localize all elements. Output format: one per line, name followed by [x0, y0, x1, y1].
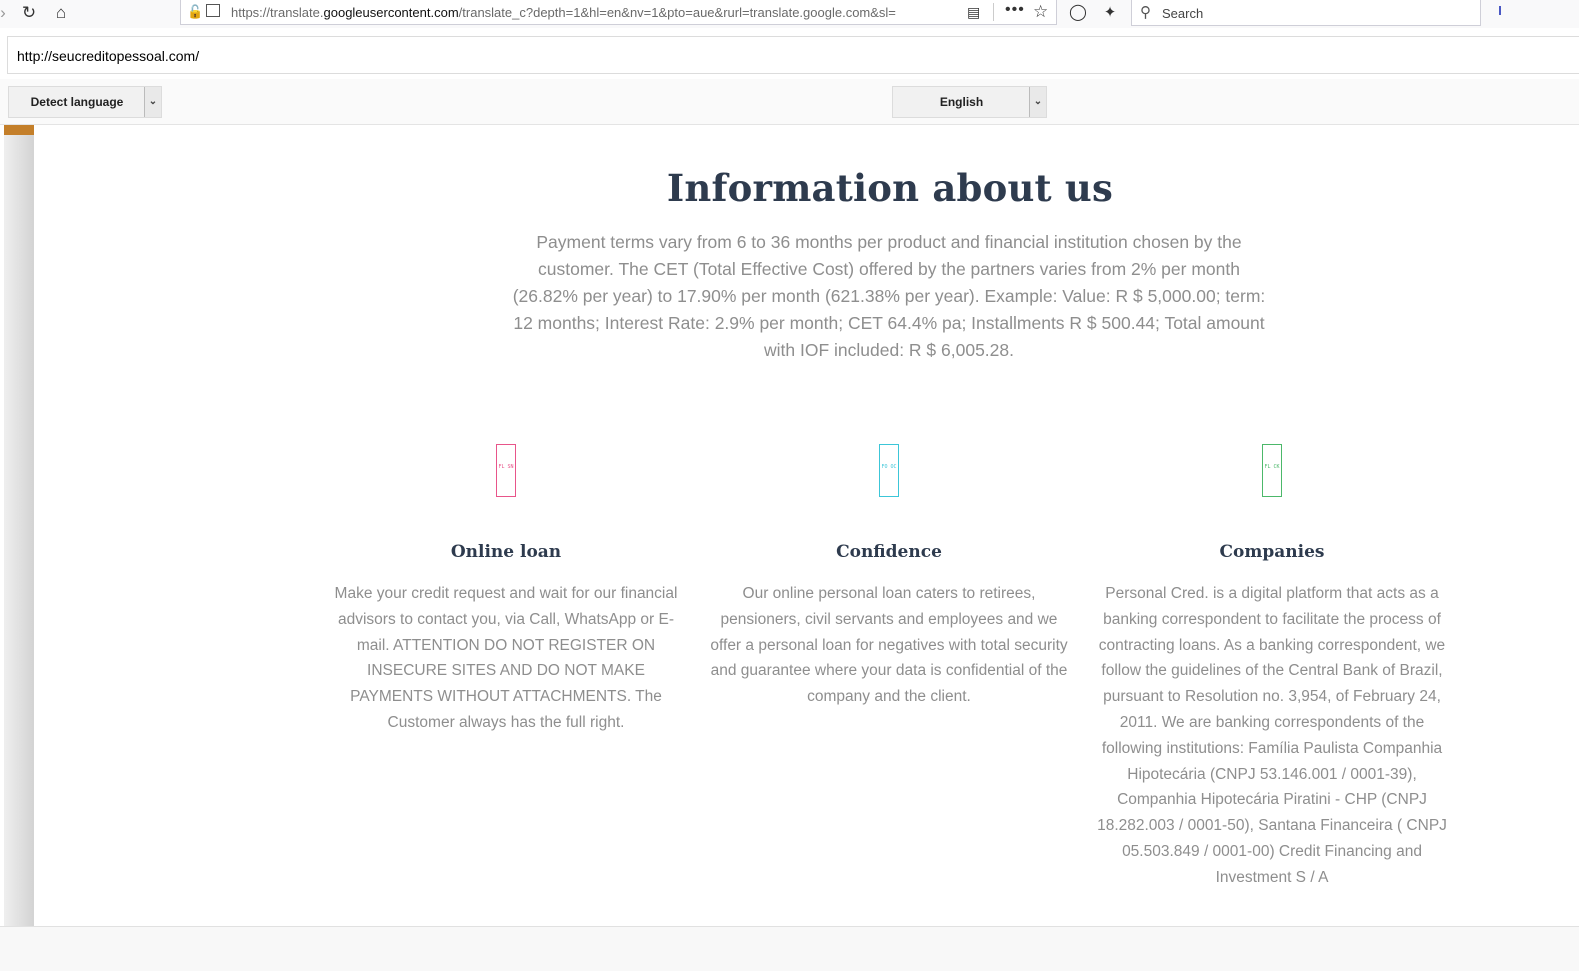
insecure-lock-icon[interactable]: 🔓 [187, 4, 203, 20]
search-placeholder: Search [1162, 6, 1204, 21]
feature-heading: Confidence [836, 542, 942, 562]
bookmark-star-icon[interactable]: ☆ [1033, 2, 1048, 22]
target-language-label: English [939, 95, 984, 109]
feature-companies: FL CK Companies Personal Cred. is a digi… [1091, 444, 1453, 891]
search-bar[interactable]: ⚲ Search [1131, 0, 1481, 26]
frame-accent [4, 125, 34, 135]
feature-text: Make your credit request and wait for ou… [334, 585, 678, 731]
source-language-select[interactable]: Detect language ⌄ [8, 86, 162, 118]
source-url-bar[interactable]: http://seucreditopessoal.com/ [7, 36, 1579, 74]
browser-toolbar: › ↻ ⌂ 🔓 https://translate.googleusercont… [0, 0, 1579, 28]
address-bar[interactable]: 🔓 https://translate.googleusercontent.co… [180, 0, 1057, 25]
page-actions-menu-icon[interactable]: ••• [1005, 1, 1025, 19]
source-url[interactable]: http://seucreditopessoal.com/ [17, 48, 199, 64]
reader-view-icon[interactable]: ▤ [967, 4, 980, 21]
search-icon: ⚲ [1140, 4, 1151, 21]
footer-area [0, 927, 1579, 971]
back-icon[interactable]: › [0, 2, 14, 24]
intro-paragraph: Payment terms vary from 6 to 36 months p… [512, 232, 1266, 360]
text-cursor [1499, 6, 1501, 15]
home-icon[interactable]: ⌂ [50, 2, 72, 24]
image-permission-icon[interactable] [206, 4, 220, 17]
left-frame-border [4, 125, 34, 927]
magic-wand-icon[interactable]: ✦ [1099, 2, 1121, 24]
confidence-icon: FO OC [879, 444, 899, 497]
reload-icon[interactable]: ↻ [18, 2, 40, 24]
chevron-down-icon[interactable]: ⌄ [144, 87, 161, 117]
online-loan-icon: FL SN [496, 444, 516, 497]
feature-text: Personal Cred. is a digital platform tha… [1097, 585, 1447, 886]
feature-confidence: FO OC Confidence Our online personal loa… [709, 444, 1069, 710]
page-title: Information about us [666, 166, 1114, 210]
companies-icon: FL CK [1262, 444, 1282, 497]
feature-online-loan: FL SN Online loan Make your credit reque… [326, 444, 686, 736]
feature-heading: Online loan [450, 542, 562, 562]
language-bar: Detect language ⌄ English ⌄ [0, 79, 1579, 125]
target-language-select[interactable]: English ⌄ [892, 86, 1047, 118]
source-language-label: Detect language [30, 95, 124, 109]
feature-heading: Companies [1219, 542, 1325, 562]
toolbar-divider [993, 3, 994, 21]
feature-text: Our online personal loan caters to retir… [710, 585, 1068, 706]
shield-icon[interactable]: ◯ [1067, 2, 1089, 24]
chevron-down-icon[interactable]: ⌄ [1029, 87, 1046, 117]
address-url[interactable]: https://translate.googleusercontent.com/… [231, 5, 951, 20]
